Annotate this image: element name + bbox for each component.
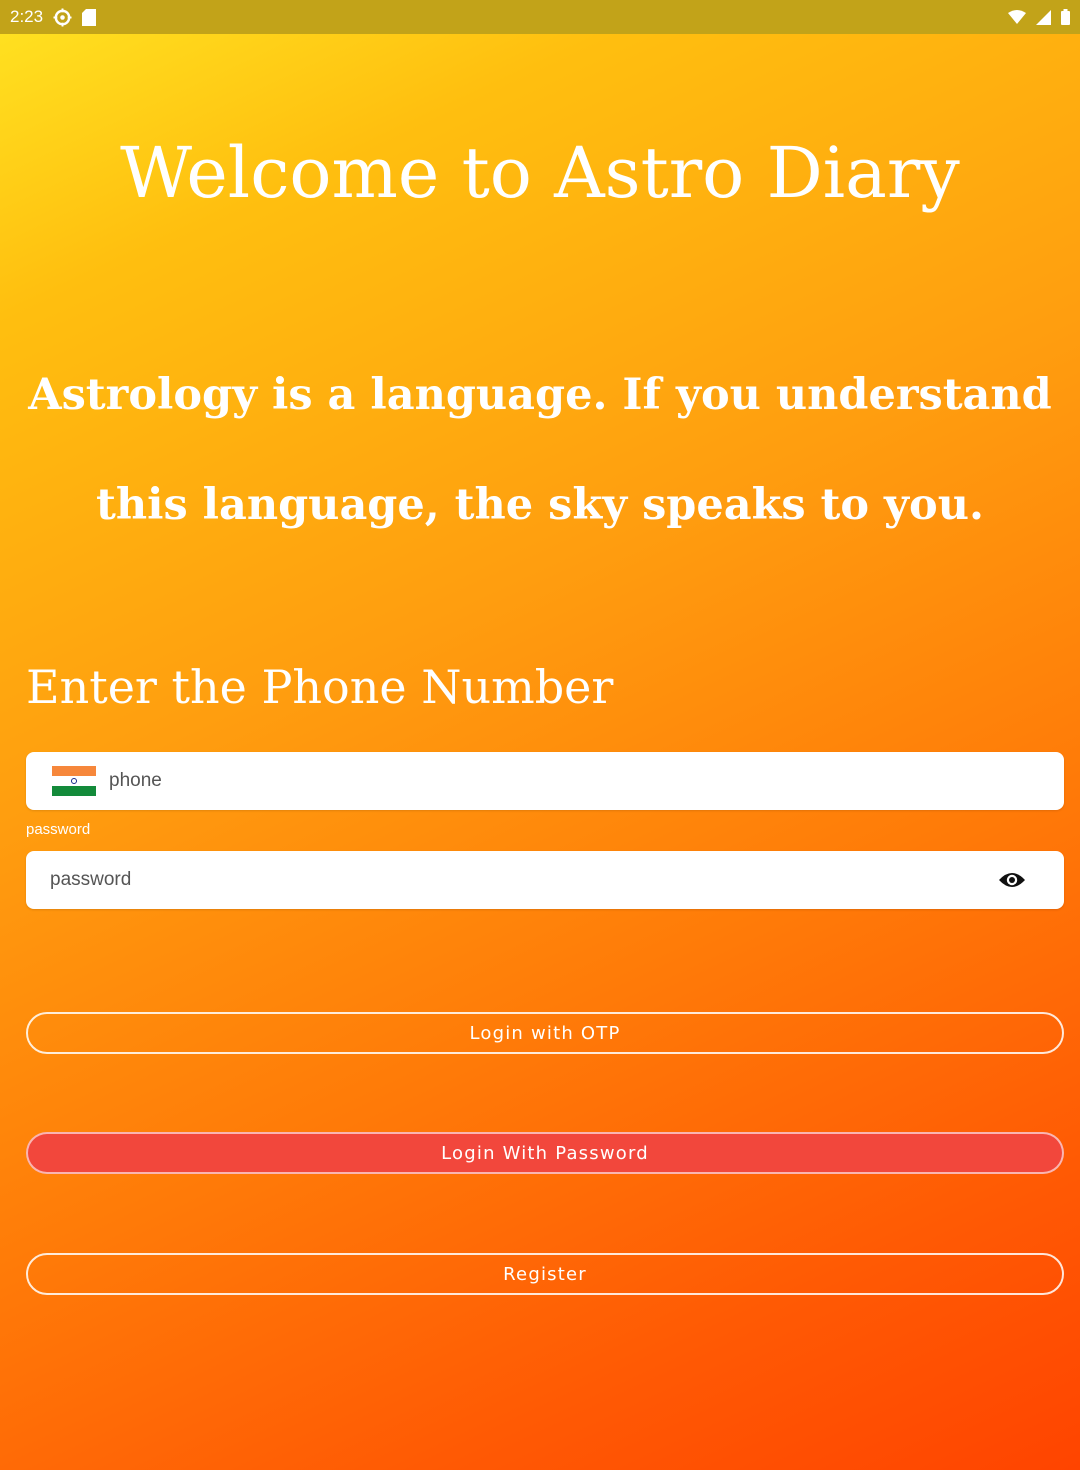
phone-number-heading: Enter the Phone Number: [26, 660, 614, 714]
login-with-password-button[interactable]: Login With Password: [26, 1132, 1064, 1174]
password-label: password: [26, 821, 91, 838]
login-with-otp-button[interactable]: Login with OTP: [26, 1012, 1064, 1054]
india-flag-icon[interactable]: [52, 766, 96, 796]
wifi-icon: [1008, 10, 1026, 24]
password-field[interactable]: [26, 851, 1064, 909]
welcome-title: Welcome to Astro Diary: [120, 132, 960, 214]
password-input[interactable]: [50, 869, 998, 891]
status-bar-right: [1008, 9, 1070, 25]
status-time: 2:23: [10, 7, 44, 26]
astrology-quote: Astrology is a language. If you understa…: [28, 370, 1052, 530]
sd-card-icon: [82, 8, 97, 26]
status-bar-left: 2:23: [10, 7, 97, 27]
status-bar: 2:23: [0, 0, 1080, 34]
register-button[interactable]: Register: [26, 1253, 1064, 1295]
phone-input[interactable]: [109, 770, 1064, 792]
phone-field[interactable]: [26, 752, 1064, 810]
settings-icon: [53, 7, 72, 27]
signal-icon: [1036, 9, 1051, 25]
battery-icon: [1061, 9, 1070, 25]
eye-icon[interactable]: [998, 870, 1026, 890]
